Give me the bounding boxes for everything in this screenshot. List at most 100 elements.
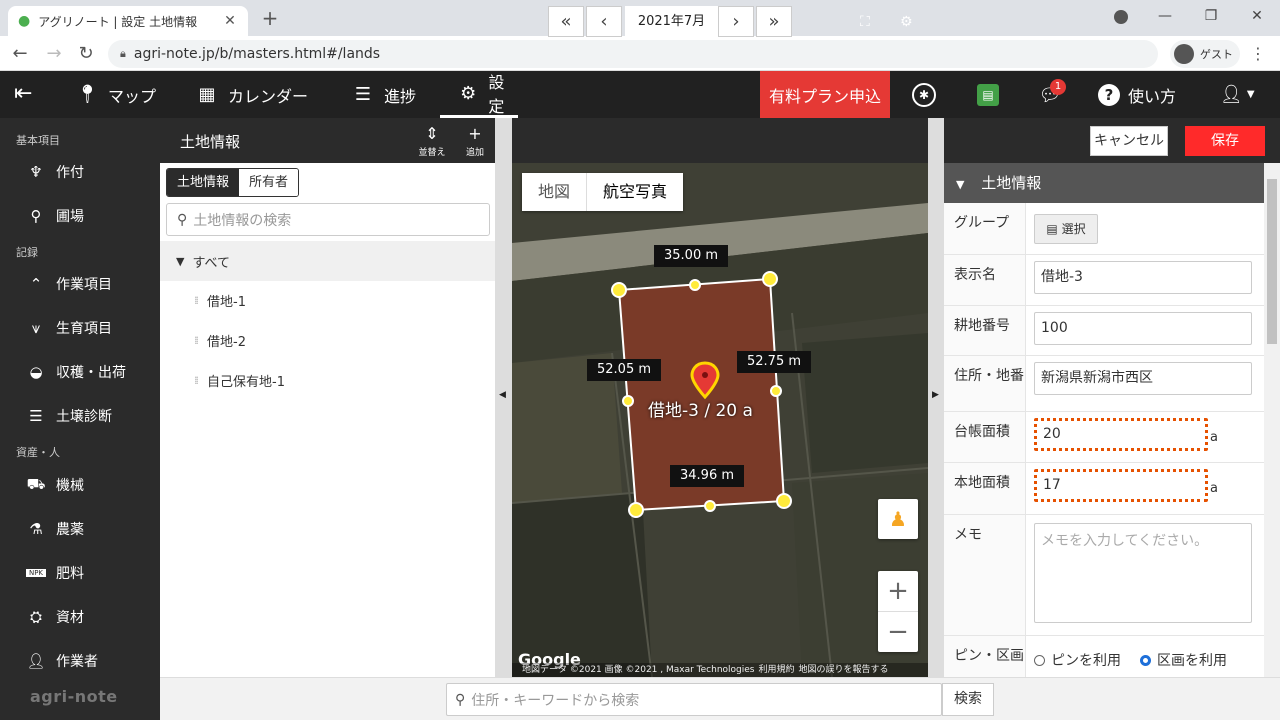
nav-settings[interactable]: ⚙ 設定 xyxy=(440,71,518,118)
sidebar-item-soil[interactable]: ☰ 土壌診断 xyxy=(26,401,112,431)
notebook-icon[interactable]: ▤ xyxy=(977,84,999,106)
sidebar-item-label: 収穫・出荷 xyxy=(56,365,126,381)
edge-length-top: 35.00 m xyxy=(654,245,729,267)
nav-settings-label: 設定 xyxy=(488,73,505,116)
row-parcel-number: 耕地番号 100 xyxy=(944,306,1264,356)
radio-use-area[interactable]: 区画を利用 xyxy=(1140,650,1227,670)
tab-owners[interactable]: 所有者 xyxy=(239,169,299,196)
sidebar-item-tasks[interactable]: ⌃ 作業項目 xyxy=(26,269,112,299)
checklist-icon: ☰ xyxy=(354,84,372,105)
row-address: 住所・地番 新潟県新潟市西区 xyxy=(944,356,1264,412)
tab-close-icon[interactable]: ✕ xyxy=(222,13,238,29)
address-input[interactable]: 新潟県新潟市西区 xyxy=(1034,362,1252,395)
tab-land-info[interactable]: 土地情報 xyxy=(167,169,240,196)
zoom-in-button[interactable]: + xyxy=(878,571,918,611)
nav-calendar[interactable]: ▦ カレンダー xyxy=(196,71,308,118)
reload-icon[interactable]: ↻ xyxy=(74,42,98,66)
new-tab-button[interactable]: + xyxy=(258,6,282,30)
prev-month-button[interactable]: ‹ xyxy=(586,6,622,37)
favicon-frog-icon: ● xyxy=(18,13,31,29)
sidebar-item-crops[interactable]: ♆ 作付 xyxy=(26,157,84,187)
sort-button[interactable]: ⇕ 並替え xyxy=(415,123,449,158)
close-window-icon[interactable]: ✕ xyxy=(1234,8,1280,24)
drag-handle-icon[interactable]: ⁞⁞ xyxy=(194,374,199,387)
sidebar-item-growth[interactable]: ⩛ 生育項目 xyxy=(26,313,112,343)
search-button[interactable]: 検索 xyxy=(942,683,994,716)
add-button[interactable]: + 追加 xyxy=(458,123,492,158)
fullscreen-icon[interactable]: ⛶ xyxy=(860,14,870,30)
ledger-area-input[interactable]: 20 xyxy=(1034,418,1208,451)
sort-label: 並替え xyxy=(418,148,446,158)
nav-map-label: マップ xyxy=(108,86,157,106)
radio-use-pin[interactable]: ピンを利用 xyxy=(1034,650,1121,670)
left-splitter[interactable]: ◀ xyxy=(495,118,512,677)
minimize-icon[interactable]: — xyxy=(1142,8,1188,24)
list-item-label: 自己保有地-1 xyxy=(207,374,285,390)
sidebar-item-machines[interactable]: ⛟ 機械 xyxy=(26,470,84,500)
gear-icon[interactable]: ⚙ xyxy=(900,14,913,30)
calendar-icon: ▦ xyxy=(198,84,216,105)
npk-icon: NPK xyxy=(26,569,46,577)
drag-handle-icon[interactable]: ⁞⁞ xyxy=(194,294,199,307)
report-error-link[interactable]: 地図の誤りを報告する xyxy=(799,663,889,677)
sidebar-toggle-icon[interactable]: ⇤ xyxy=(14,83,38,107)
sort-icon: ⇕ xyxy=(425,124,439,143)
save-button[interactable]: 保存 xyxy=(1185,126,1265,156)
display-name-input[interactable]: 借地-3 xyxy=(1034,261,1252,294)
cancel-button[interactable]: キャンセル xyxy=(1090,126,1168,156)
user-menu[interactable]: 👤︎ ▼ xyxy=(1220,71,1255,118)
list-item[interactable]: ⁞⁞ 自己保有地-1 xyxy=(194,365,285,395)
land-search-input[interactable]: ⚲ 土地情報の検索 xyxy=(166,203,490,236)
nav-progress[interactable]: ☰ 進捗 xyxy=(352,71,416,118)
parcel-number-input[interactable]: 100 xyxy=(1034,312,1252,345)
ledger-area-label: 台帳面積 xyxy=(944,412,1026,462)
edge-length-left: 52.05 m xyxy=(587,359,662,381)
browser-menu-icon[interactable]: ⋮ xyxy=(1250,44,1266,63)
form-scrollbar[interactable] xyxy=(1264,163,1280,677)
sidebar-item-label: 生育項目 xyxy=(56,321,112,337)
street-view-pegman-icon[interactable]: ♟ xyxy=(878,499,918,539)
map-view[interactable]: 地図 航空写真 35.00 m 52.05 m 52.75 m 34.96 m … xyxy=(512,163,928,677)
restore-icon[interactable]: ❐ xyxy=(1188,8,1234,24)
sidebar-item-pesticides[interactable]: ⚗ 農薬 xyxy=(26,514,84,544)
radio-pin-dot[interactable] xyxy=(1034,654,1045,666)
weather-icon[interactable]: ✱ xyxy=(912,83,936,107)
group-select-label: 選択 xyxy=(1061,222,1086,236)
radio-area-dot[interactable] xyxy=(1140,654,1151,666)
actual-area-input[interactable]: 17 xyxy=(1034,469,1208,502)
list-item[interactable]: ⁞⁞ 借地-1 xyxy=(194,285,246,315)
sidebar-section-basic: 基本項目 xyxy=(16,134,60,147)
address-search-input[interactable]: ⚲ 住所・キーワードから検索 xyxy=(446,683,942,716)
help-link[interactable]: ? 使い方 xyxy=(1098,71,1176,118)
prev-year-button[interactable]: « xyxy=(548,6,584,37)
tree-root[interactable]: ▼ すべて xyxy=(160,241,495,281)
premium-plan-button[interactable]: 有料プラン申込 xyxy=(760,71,890,118)
list-item[interactable]: ⁞⁞ 借地-2 xyxy=(194,325,246,355)
drag-handle-icon[interactable]: ⁞⁞ xyxy=(194,334,199,347)
map-type-map[interactable]: 地図 xyxy=(522,173,586,211)
map-type-satellite[interactable]: 航空写真 xyxy=(586,173,683,211)
next-month-button[interactable]: › xyxy=(718,6,754,37)
nav-map[interactable]: 📍︎ マップ xyxy=(76,71,156,118)
memo-textarea[interactable]: メモを入力してください。 xyxy=(1034,523,1252,623)
next-year-button[interactable]: » xyxy=(756,6,792,37)
sidebar-item-harvest[interactable]: ◒ 収穫・出荷 xyxy=(26,357,126,387)
form-section-header[interactable]: ▼ 土地情報 xyxy=(944,163,1264,203)
group-select-button[interactable]: ▤ 選択 xyxy=(1034,214,1098,244)
browser-profile-icon[interactable] xyxy=(1114,10,1128,24)
map-toolbar xyxy=(512,118,928,163)
terms-link[interactable]: 利用規約 xyxy=(758,663,794,677)
url-field[interactable]: 🔒︎ agri-note.jp/b/masters.html#/lands xyxy=(108,40,1158,68)
sidebar-item-materials[interactable]: ⛭ 資材 xyxy=(26,602,84,632)
sidebar-item-workers[interactable]: 👤︎ 作業者 xyxy=(26,646,98,676)
sidebar-item-fertilizer[interactable]: NPK 肥料 xyxy=(26,558,84,588)
browser-tab[interactable]: ● アグリノート | 設定 土地情報 ✕ xyxy=(8,6,248,36)
right-splitter[interactable]: ▶ xyxy=(928,118,944,677)
zoom-out-button[interactable]: − xyxy=(878,612,918,652)
scrollbar-thumb[interactable] xyxy=(1267,179,1277,344)
sidebar-item-fields[interactable]: ⚲ 圃場 xyxy=(26,201,85,231)
forward-arrow-icon[interactable]: → xyxy=(42,42,66,66)
app-header: ⇤ 📍︎ マップ ▦ カレンダー ☰ 進捗 ⚙ 設定 有料プラン申込 ✱ ▤ 💬… xyxy=(0,71,1280,118)
guest-profile-button[interactable]: ゲスト xyxy=(1170,40,1240,68)
back-arrow-icon[interactable]: ← xyxy=(8,42,32,66)
